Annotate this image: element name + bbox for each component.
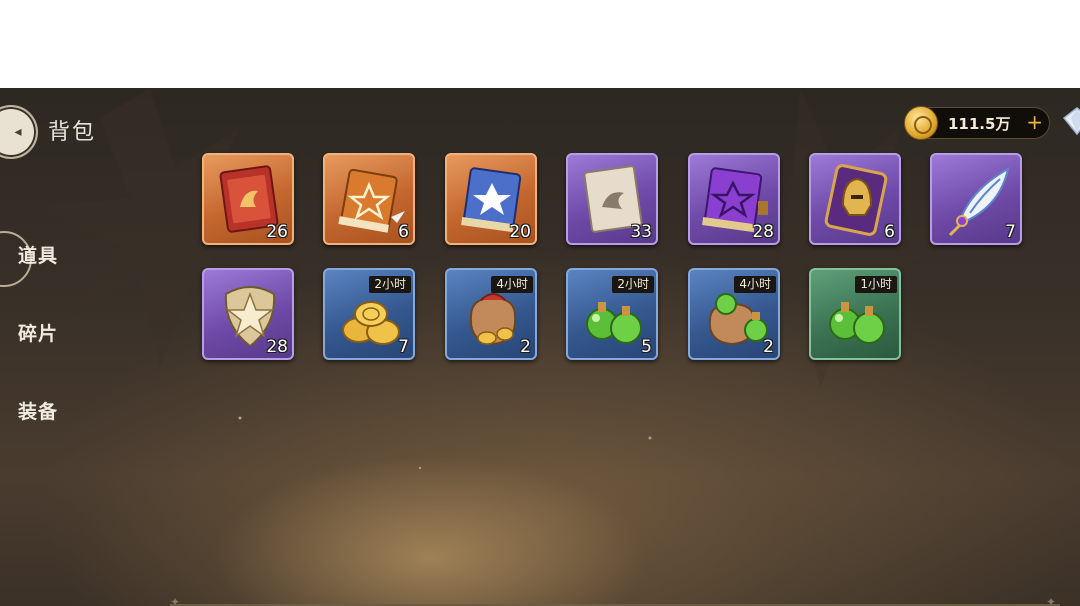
item-slot[interactable]: 2小时 5 — [566, 268, 658, 360]
item-slot[interactable]: 7 — [930, 153, 1022, 245]
duration-badge: 2小时 — [369, 276, 411, 293]
item-count: 6 — [884, 222, 895, 242]
item-count: 2 — [520, 337, 531, 357]
item-count: 20 — [509, 222, 531, 242]
item-count: 26 — [266, 222, 288, 242]
item-count: 28 — [266, 337, 288, 357]
page-title: 背包 — [48, 120, 97, 145]
item-count: 28 — [752, 222, 774, 242]
star-ornament-icon: ✦ — [1046, 595, 1057, 606]
item-slot[interactable]: 33 — [566, 153, 658, 245]
backpack-screen: ◂ 背包 111.5万 + 道具 碎片 装备 26 6 20 33 28 6 7… — [0, 88, 1080, 606]
gold-currency-display: 111.5万 + — [904, 106, 1050, 140]
gold-coin-icon — [904, 106, 938, 140]
star-ornament-icon: ✦ — [170, 595, 181, 606]
background-decoration — [40, 88, 960, 470]
duration-badge: 1小时 — [855, 276, 897, 293]
duration-badge: 4小时 — [734, 276, 776, 293]
item-count: 33 — [630, 222, 652, 242]
item-slot[interactable]: 1小时 — [809, 268, 901, 360]
tab-equipment[interactable]: 装备 — [18, 397, 58, 424]
duration-badge: 2小时 — [612, 276, 654, 293]
item-slot[interactable]: 26 — [202, 153, 294, 245]
tab-fragments[interactable]: 碎片 — [18, 319, 58, 346]
diamond-icon[interactable] — [1062, 106, 1080, 136]
item-count: 7 — [398, 337, 409, 357]
item-slot[interactable]: 4小时 2 — [688, 268, 780, 360]
item-slot[interactable]: 6 — [323, 153, 415, 245]
back-arrow-icon: ◂ — [14, 124, 22, 140]
tab-items[interactable]: 道具 — [18, 241, 58, 268]
item-slot[interactable]: 28 — [688, 153, 780, 245]
item-count: 5 — [641, 337, 652, 357]
item-slot[interactable]: 2小时 7 — [323, 268, 415, 360]
item-slot[interactable]: 4小时 2 — [445, 268, 537, 360]
item-slot[interactable]: 20 — [445, 153, 537, 245]
item-count: 6 — [398, 222, 409, 242]
item-slot[interactable]: 28 — [202, 268, 294, 360]
gold-amount: 111.5万 — [948, 115, 1011, 133]
item-count: 2 — [763, 337, 774, 357]
duration-badge: 4小时 — [491, 276, 533, 293]
item-slot[interactable]: 6 — [809, 153, 901, 245]
add-gold-button[interactable]: + — [1026, 111, 1043, 133]
item-count: 7 — [1005, 222, 1016, 242]
